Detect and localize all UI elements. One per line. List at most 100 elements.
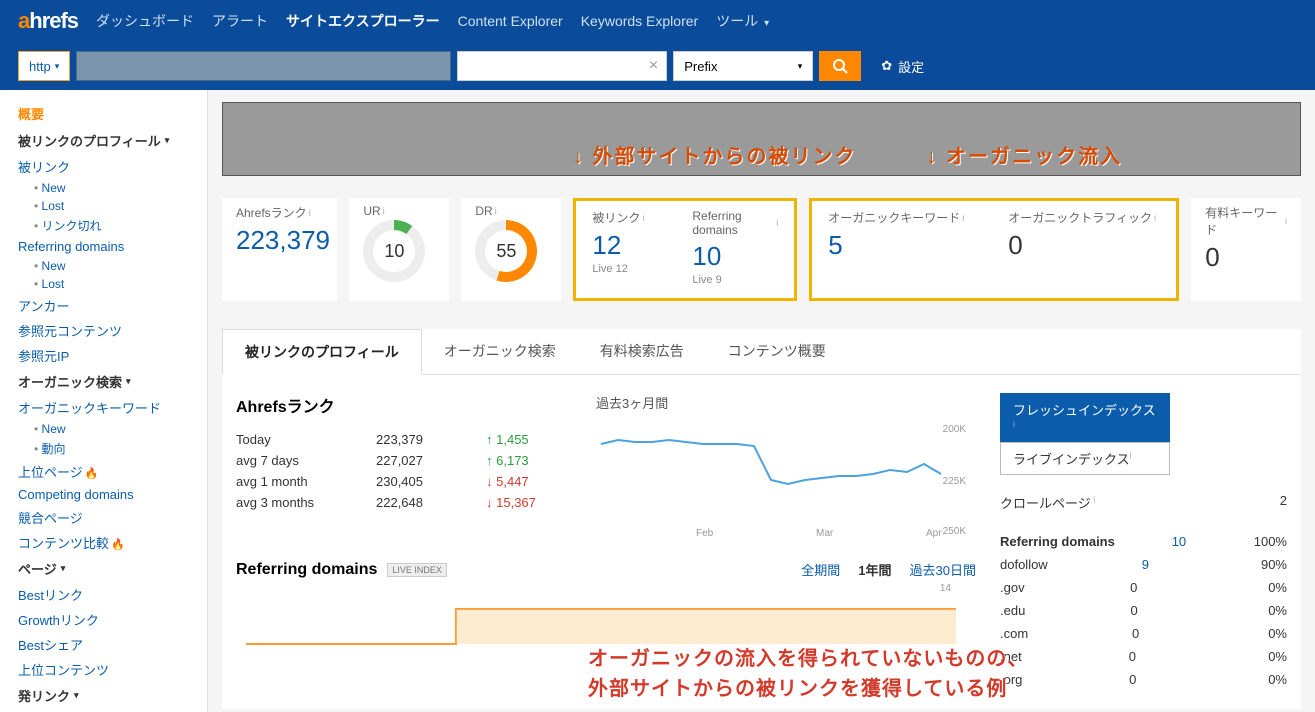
tab-backlink-profile[interactable]: 被リンクのプロフィール	[222, 329, 422, 375]
nav-alert[interactable]: アラート	[212, 11, 268, 31]
annotation-bottom: オーガニックの流入を得られていないものの、 外部サイトからの被リンクを獲得してい…	[588, 644, 1028, 704]
sidebar-ref-ip[interactable]: 参照元IP	[0, 343, 207, 368]
svg-text:225K: 225K	[943, 476, 967, 487]
svg-text:Mar: Mar	[816, 528, 834, 538]
search-icon	[832, 58, 848, 74]
chevron-down-icon: ▾	[165, 135, 170, 146]
chevron-down-icon: ▾	[55, 61, 60, 72]
sidebar-backlinks-lost[interactable]: Lost	[0, 197, 207, 215]
sidebar: 概要 被リンクのプロフィール ▾ 被リンク New Lost リンク切れ Ref…	[0, 90, 208, 712]
sidebar-competing[interactable]: Competing domains	[0, 484, 207, 505]
period-1y[interactable]: 1年間	[858, 560, 891, 579]
metric-refdomains[interactable]: Referring domainsi 10 Live 9	[678, 203, 792, 296]
url-suffix-input[interactable]: ×	[457, 51, 667, 81]
sidebar-compete-pages[interactable]: 競合ページ	[0, 505, 207, 530]
info-icon[interactable]: i	[495, 206, 497, 216]
refdom-section-head: Referring domains LIVE INDEX 全期間 1年間 過去3…	[236, 560, 976, 579]
sidebar-growth-link[interactable]: Growthリンク	[0, 607, 207, 632]
info-icon[interactable]: i	[642, 213, 644, 223]
chevron-down-icon: ▾	[764, 18, 769, 29]
search-bar: http▾ × Prefix▾ ✿設定	[0, 42, 1315, 90]
svg-text:Apr: Apr	[926, 528, 942, 538]
banner-placeholder: ↓ 外部サイトからの被リンク ↓ オーガニック流入	[222, 102, 1301, 176]
nav-dashboard[interactable]: ダッシュボード	[96, 11, 194, 31]
chevron-down-icon: ▾	[126, 376, 131, 387]
sidebar-best-link[interactable]: Bestリンク	[0, 582, 207, 607]
chevron-down-icon: ▾	[61, 563, 66, 574]
info-icon[interactable]: i	[1285, 216, 1287, 226]
crawl-pages-row: クロールページ i 2	[1000, 489, 1287, 516]
period-all[interactable]: 全期間	[801, 560, 840, 579]
metric-backlinks[interactable]: 被リンクi 12 Live 12	[578, 203, 678, 296]
info-icon[interactable]: i	[1091, 495, 1096, 505]
tab-organic-search[interactable]: オーガニック検索	[422, 329, 578, 374]
svg-text:250K: 250K	[943, 526, 967, 537]
settings-link[interactable]: ✿設定	[881, 57, 924, 76]
chart-title: 過去3ヶ月間	[596, 393, 976, 412]
top-nav: ahrefs ダッシュボード アラート サイトエクスプローラー Content …	[0, 0, 1315, 42]
sidebar-organic-new[interactable]: New	[0, 420, 207, 438]
sidebar-content-compare[interactable]: コンテンツ比較🔥	[0, 530, 207, 555]
sidebar-refdomains-new[interactable]: New	[0, 257, 207, 275]
search-button[interactable]	[819, 51, 861, 81]
info-icon[interactable]: i	[383, 206, 385, 216]
info-icon[interactable]: i	[776, 218, 778, 228]
svg-text:Feb: Feb	[696, 528, 714, 538]
metric-ur: URi 10	[349, 198, 449, 301]
sidebar-organic-trend[interactable]: 動向	[0, 438, 207, 459]
protocol-select[interactable]: http▾	[18, 51, 70, 81]
stat-row: .gov00%	[1000, 576, 1287, 599]
sidebar-group-outlinks[interactable]: 発リンク ▾	[0, 682, 207, 709]
mode-select[interactable]: Prefix▾	[673, 51, 813, 81]
live-index-button[interactable]: ライブインデックスi	[1000, 442, 1170, 475]
main-content: ↓ 外部サイトからの被リンク ↓ オーガニック流入 Ahrefsランクi 223…	[208, 90, 1315, 712]
nav-tools[interactable]: ツール ▾	[716, 11, 769, 31]
sidebar-refdomains[interactable]: Referring domains	[0, 236, 207, 257]
fire-icon: 🔥	[85, 468, 99, 480]
domain-input[interactable]	[76, 51, 451, 81]
sidebar-overview[interactable]: 概要	[0, 100, 207, 127]
metric-organic-traffic[interactable]: オーガニックトラフィックi 0	[994, 203, 1174, 296]
metric-dr: DRi 55	[461, 198, 561, 301]
metric-paid-kw[interactable]: 有料キーワードi 0	[1191, 198, 1301, 301]
refdom-title: Referring domains	[236, 561, 377, 579]
nav-keywords-explorer[interactable]: Keywords Explorer	[581, 13, 699, 29]
tab-content-overview[interactable]: コンテンツ概要	[706, 329, 848, 374]
fresh-index-button[interactable]: フレッシュインデックスi	[1000, 393, 1170, 442]
sidebar-best-share[interactable]: Bestシェア	[0, 632, 207, 657]
right-column: フレッシュインデックスi ライブインデックスi クロールページ i 2 Refe…	[1000, 393, 1287, 691]
sidebar-group-organic[interactable]: オーガニック検索 ▾	[0, 368, 207, 395]
index-toggle: フレッシュインデックスi ライブインデックスi	[1000, 393, 1287, 475]
info-icon[interactable]: i	[1154, 213, 1156, 223]
metric-organic-kw[interactable]: オーガニックキーワードi 5	[814, 203, 994, 296]
sidebar-refdomains-lost[interactable]: Lost	[0, 275, 207, 293]
nav-content-explorer[interactable]: Content Explorer	[458, 13, 563, 29]
profile-tabs: 被リンクのプロフィール オーガニック検索 有料検索広告 コンテンツ概要	[222, 329, 1301, 375]
sidebar-backlinks[interactable]: 被リンク	[0, 154, 207, 179]
logo[interactable]: ahrefs	[18, 8, 78, 34]
sidebar-group-backlink[interactable]: 被リンクのプロフィール ▾	[0, 127, 207, 154]
gear-icon: ✿	[881, 58, 892, 74]
sidebar-top-content[interactable]: 上位コンテンツ	[0, 657, 207, 682]
info-icon[interactable]: i	[962, 213, 964, 223]
sidebar-top-pages[interactable]: 上位ページ🔥	[0, 459, 207, 484]
fire-icon: 🔥	[111, 539, 125, 551]
annotation-top: ↓ 外部サイトからの被リンク ↓ オーガニック流入	[573, 140, 1290, 169]
sidebar-backlinks-broken[interactable]: リンク切れ	[0, 215, 207, 236]
stat-row: dofollow990%	[1000, 553, 1287, 576]
live-index-badge: LIVE INDEX	[387, 563, 447, 577]
sidebar-organic-kw[interactable]: オーガニックキーワード	[0, 395, 207, 420]
sidebar-anchor[interactable]: アンカー	[0, 293, 207, 318]
info-icon[interactable]: i	[309, 208, 311, 218]
svg-text:14: 14	[940, 583, 952, 594]
period-30d[interactable]: 過去30日間	[910, 560, 976, 579]
info-icon[interactable]: i	[1013, 419, 1015, 429]
info-icon[interactable]: i	[1130, 451, 1132, 461]
sidebar-backlinks-new[interactable]: New	[0, 179, 207, 197]
sidebar-ref-content[interactable]: 参照元コンテンツ	[0, 318, 207, 343]
nav-site-explorer[interactable]: サイトエクスプローラー	[286, 11, 440, 31]
tab-paid-search[interactable]: 有料検索広告	[578, 329, 706, 374]
clear-icon[interactable]: ×	[649, 57, 658, 75]
sidebar-group-pages[interactable]: ページ ▾	[0, 555, 207, 582]
period-selector: 全期間 1年間 過去30日間	[801, 560, 976, 579]
